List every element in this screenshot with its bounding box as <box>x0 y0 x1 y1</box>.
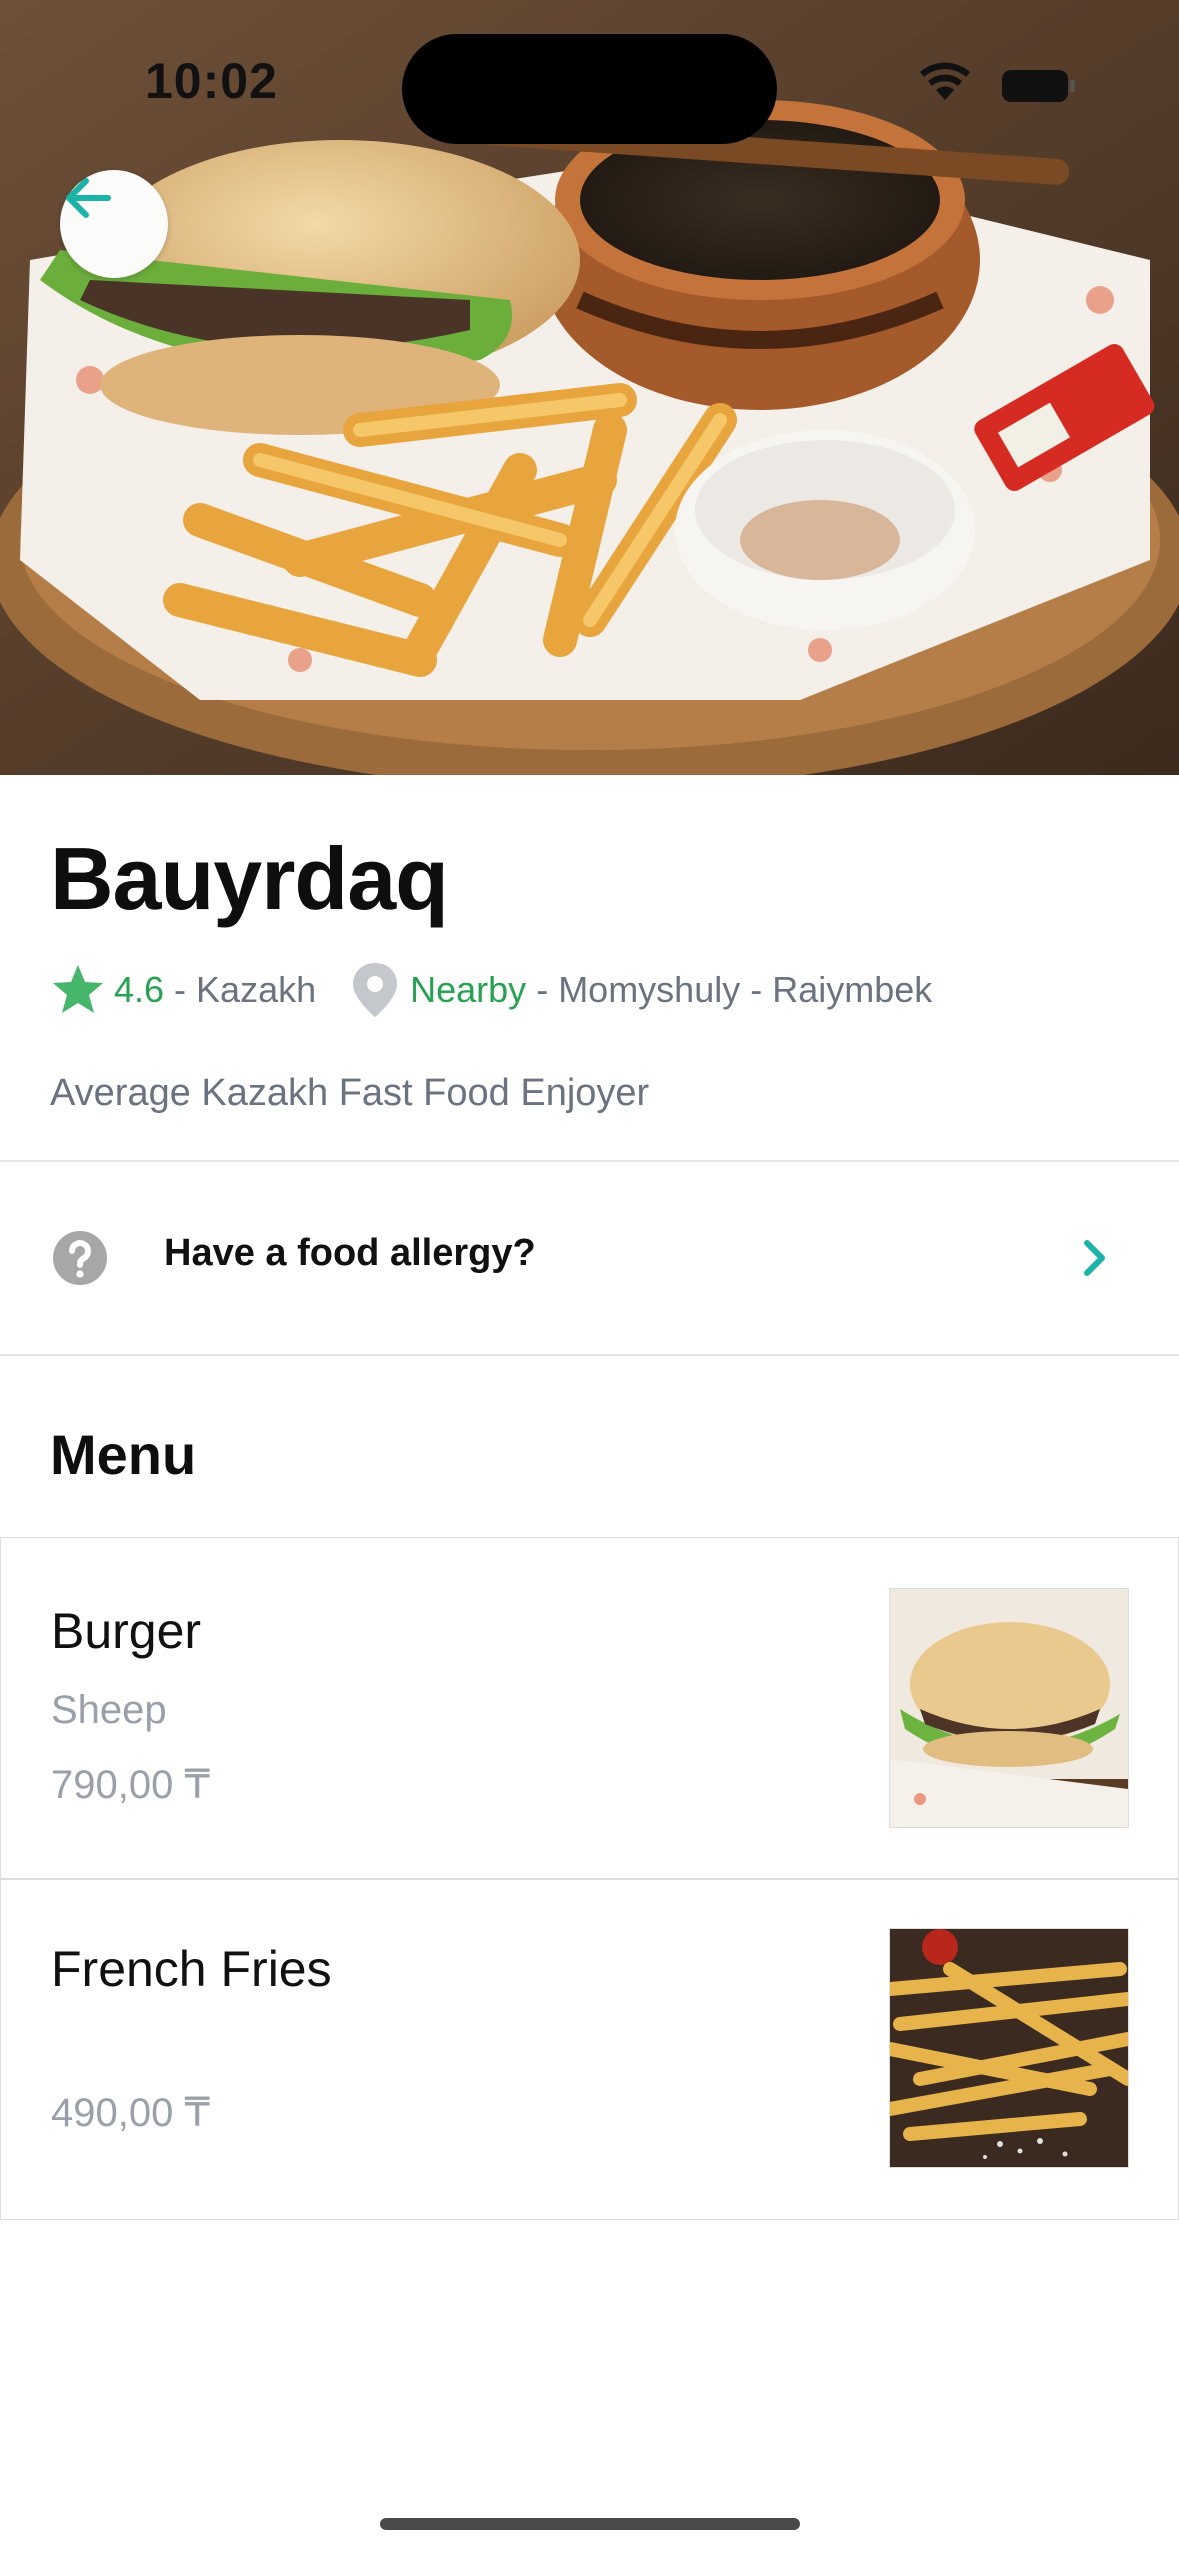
dynamic-island <box>402 34 777 144</box>
fries-thumbnail <box>889 1928 1129 2168</box>
cuisine-label: Kazakh <box>196 969 317 1010</box>
separator: - <box>536 969 549 1010</box>
arrow-left-icon <box>66 178 111 218</box>
menu-item-name: French Fries <box>51 1941 332 1997</box>
rating-value: 4.6 <box>114 969 165 1010</box>
location-pin-icon <box>353 963 398 1017</box>
divider <box>0 1354 1179 1356</box>
menu-item-description: Sheep <box>51 1688 167 1732</box>
home-indicator <box>380 2518 800 2530</box>
menu-item-name: Burger <box>51 1603 202 1659</box>
menu-item-price: 790,00 ₸ <box>51 1763 210 1807</box>
menu-item-french-fries[interactable]: French Fries 490,00 ₸ <box>1 1880 1178 2219</box>
wifi-icon <box>920 62 970 100</box>
allergy-label: Have a food allergy? <box>164 1232 536 1274</box>
location-label: Momyshuly - Raiymbek <box>558 969 933 1010</box>
hero-image: 10:02 <box>0 0 1179 775</box>
restaurant-description: Average Kazakh Fast Food Enjoyer <box>50 1072 650 1114</box>
back-button[interactable] <box>60 170 168 278</box>
menu-list: Burger Sheep 790,00 ₸ French Fries 490,0… <box>0 1537 1179 2220</box>
restaurant-name: Bauyrdaq <box>50 829 449 928</box>
separator: - <box>174 969 187 1010</box>
menu-item-burger[interactable]: Burger Sheep 790,00 ₸ <box>1 1538 1178 1880</box>
burger-thumbnail <box>889 1588 1129 1828</box>
menu-item-price: 490,00 ₸ <box>51 2091 210 2135</box>
battery-icon <box>1002 70 1075 102</box>
question-circle-icon <box>53 1231 107 1285</box>
menu-heading: Menu <box>50 1423 197 1486</box>
restaurant-meta: 4.6 - Kazakh Nearby - Momyshuly - Raiymb… <box>50 960 932 1020</box>
distance-label: Nearby <box>410 969 527 1010</box>
star-icon <box>53 965 103 1013</box>
status-time: 10:02 <box>145 53 278 109</box>
chevron-right-icon <box>1084 1240 1105 1276</box>
allergy-row[interactable]: Have a food allergy? <box>0 1162 1179 1354</box>
